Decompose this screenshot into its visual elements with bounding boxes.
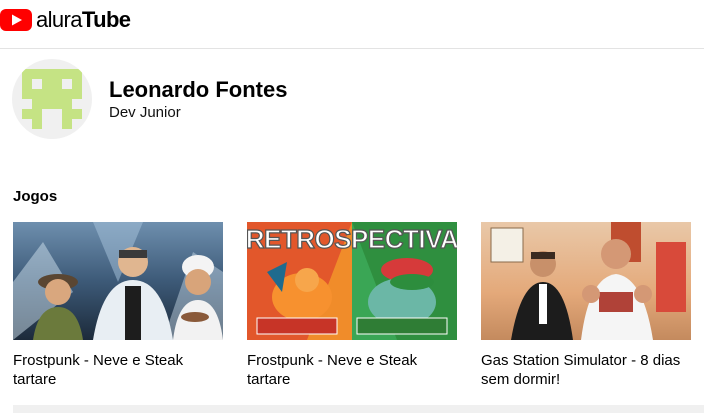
profile-section: Leonardo Fontes Dev Junior: [12, 59, 287, 139]
next-section-edge: [13, 405, 704, 413]
video-thumbnail[interactable]: RETROSPECTIVA: [247, 222, 457, 340]
video-thumbnail[interactable]: [481, 222, 691, 340]
avatar: [12, 59, 92, 139]
video-card[interactable]: RETROSPECTIVA Frostpunk - Neve e Steak t…: [247, 222, 457, 389]
identicon-icon: [22, 69, 82, 129]
brand-name: aluraTube: [36, 7, 131, 32]
brand-first: alura: [36, 7, 83, 32]
video-card[interactable]: Gas Station Simulator - 8 dias sem dormi…: [481, 222, 691, 389]
video-thumbnail[interactable]: [13, 222, 223, 340]
video-card[interactable]: Frostpunk - Neve e Steak tartare: [13, 222, 223, 389]
profile-role: Dev Junior: [109, 103, 181, 121]
brand-second: Tube: [81, 7, 131, 32]
video-title[interactable]: Gas Station Simulator - 8 dias sem dormi…: [481, 351, 691, 389]
section-title: Jogos: [13, 188, 58, 205]
video-title[interactable]: Frostpunk - Neve e Steak tartare: [13, 351, 223, 389]
alura-tube-logo[interactable]: aluraTube: [0, 7, 131, 32]
play-logo-icon: [0, 9, 32, 31]
svg-text:RETROSPECTIVA: RETROSPECTIVA: [247, 224, 457, 254]
video-title[interactable]: Frostpunk - Neve e Steak tartare: [247, 351, 457, 389]
profile-info: Leonardo Fontes Dev Junior: [109, 77, 287, 122]
video-list: Frostpunk - Neve e Steak tartare RETROSP…: [13, 222, 691, 389]
profile-name: Leonardo Fontes: [109, 76, 288, 102]
top-header: aluraTube: [0, 0, 704, 49]
